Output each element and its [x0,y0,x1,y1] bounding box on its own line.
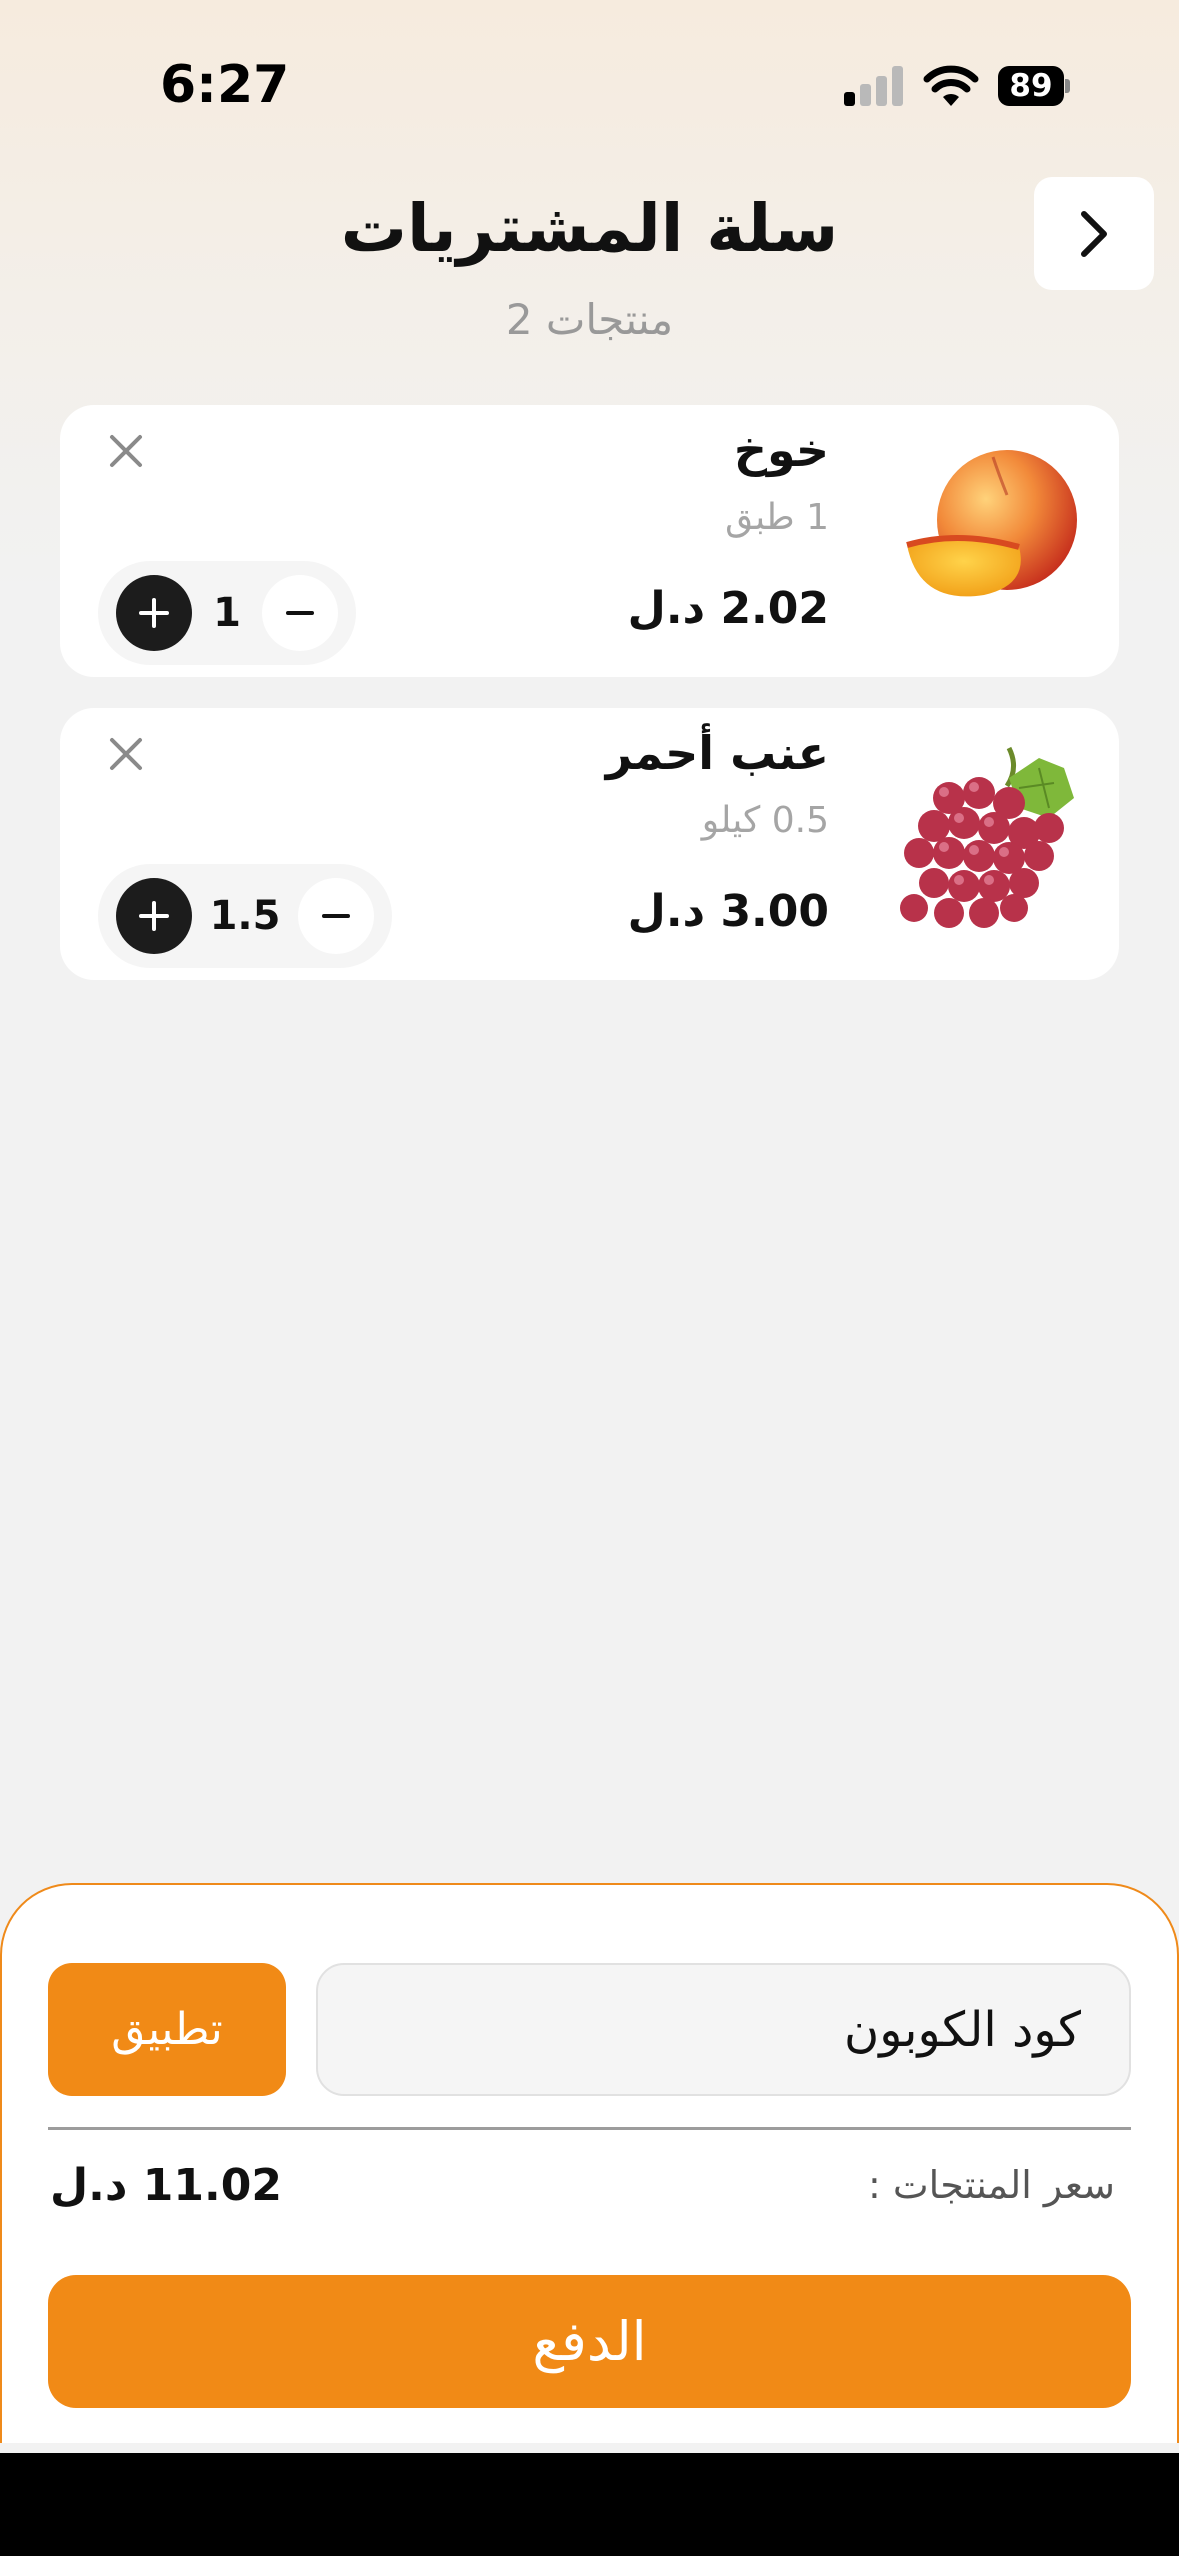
peach-image [906,450,1077,597]
cellular-signal-icon [844,66,904,106]
total-value: 11.02 د.ل [50,2160,282,2211]
pay-button[interactable]: الدفع [48,2275,1131,2408]
quantity-value: 1 [213,590,241,636]
plus-icon [139,901,169,931]
minus-icon [322,914,350,918]
wifi-icon [923,65,979,106]
quantity-value: 1.5 [209,893,281,939]
product-name: خوخ [733,423,829,477]
red-grapes-image [900,746,1074,928]
status-time: 6:27 [160,55,290,115]
minus-icon [286,611,314,615]
bottom-bar [0,2453,1179,2556]
page-title: سلة المشتريات [340,190,839,267]
total-label: سعر المنتجات : [867,2163,1115,2207]
product-unit: 0.5 كيلو [701,800,829,841]
plus-icon [139,598,169,628]
battery-level: 89 [998,66,1064,106]
increase-quantity-button[interactable] [116,575,192,651]
coupon-code-input[interactable] [316,1963,1131,2096]
battery-icon: 89 [998,66,1070,106]
apply-coupon-button[interactable]: تطبيق [48,1963,286,2096]
cart-item: خوخ 1 طبق 2.02 د.ل 1 [60,405,1119,677]
increase-quantity-button[interactable] [116,878,192,954]
product-name: عنب أحمر [605,726,829,780]
remove-item-icon[interactable] [106,734,146,774]
cart-item: عنب أحمر 0.5 كيلو 3.00 د.ل 1.5 [60,708,1119,980]
item-count: 2 منتجات [505,295,674,344]
quantity-stepper: 1.5 [98,864,392,968]
product-unit: 1 طبق [725,497,829,538]
divider [48,2127,1131,2130]
decrease-quantity-button[interactable] [262,575,338,651]
decrease-quantity-button[interactable] [298,878,374,954]
product-price: 3.00 د.ل [627,886,829,937]
remove-item-icon[interactable] [106,431,146,471]
quantity-stepper: 1 [98,561,356,665]
product-price: 2.02 د.ل [627,583,829,634]
